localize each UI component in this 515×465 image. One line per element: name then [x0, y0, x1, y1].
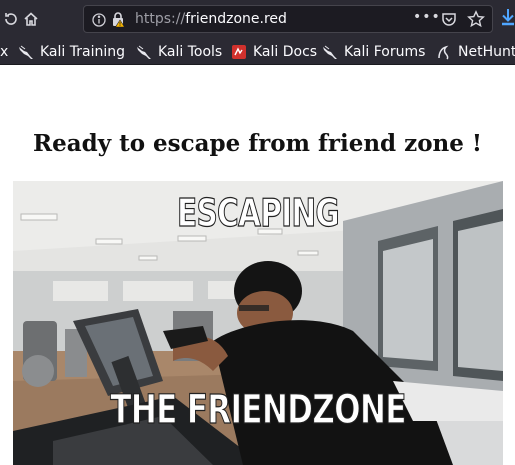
url-protocol: https://	[135, 11, 186, 27]
bookmark-nethunter[interactable]: NetHunter	[436, 42, 515, 61]
bookmarks-toolbar: x Kali Training Kali Tools Kali Docs Kal…	[0, 38, 515, 65]
page-content: Ready to escape from friend zone ! ESCAP…	[0, 66, 515, 465]
bookmark-label: x	[0, 43, 9, 60]
url-host: friendzone.red	[185, 11, 287, 27]
page-actions-icon[interactable]: •••	[413, 9, 440, 29]
kali-dragon-icon	[19, 45, 33, 59]
bookmark-partial[interactable]: x	[0, 42, 8, 61]
info-icon[interactable]	[92, 12, 106, 27]
bookmark-label: Kali Forums	[344, 43, 426, 60]
navigation-toolbar: https://friendzone.red •••	[0, 0, 515, 38]
download-icon[interactable]	[500, 7, 515, 29]
kali-docs-icon	[232, 44, 246, 59]
bookmark-kali-training[interactable]: Kali Training	[18, 42, 125, 61]
kali-dragon-icon	[137, 45, 151, 59]
url-text[interactable]: https://friendzone.red	[135, 11, 287, 27]
gif-bottom-caption: THE FRIENDZONE	[110, 386, 407, 433]
home-icon[interactable]	[20, 8, 42, 30]
pocket-icon[interactable]	[441, 11, 457, 27]
insecure-lock-icon[interactable]	[111, 11, 126, 28]
gif-top-caption: ESCAPING	[177, 190, 341, 235]
bookmark-kali-forums[interactable]: Kali Forums	[322, 42, 425, 61]
escaping-friendzone-gif: ESCAPING THE FRIENDZONE	[13, 181, 503, 465]
bookmark-kali-tools[interactable]: Kali Tools	[136, 42, 222, 61]
bookmark-kali-docs[interactable]: Kali Docs	[231, 42, 317, 61]
bookmark-label: Kali Training	[40, 43, 125, 60]
bookmark-label: Kali Docs	[253, 43, 318, 60]
reload-icon[interactable]	[0, 8, 22, 30]
address-bar[interactable]: https://friendzone.red •••	[83, 5, 493, 33]
bookmark-star-icon[interactable]	[467, 10, 485, 28]
kali-dragon-icon	[323, 45, 337, 59]
page-heading: Ready to escape from friend zone !	[32, 130, 483, 157]
bookmark-label: Kali Tools	[158, 43, 223, 60]
bookmark-label: NetHunter	[458, 43, 515, 60]
nethunter-icon	[438, 45, 449, 60]
